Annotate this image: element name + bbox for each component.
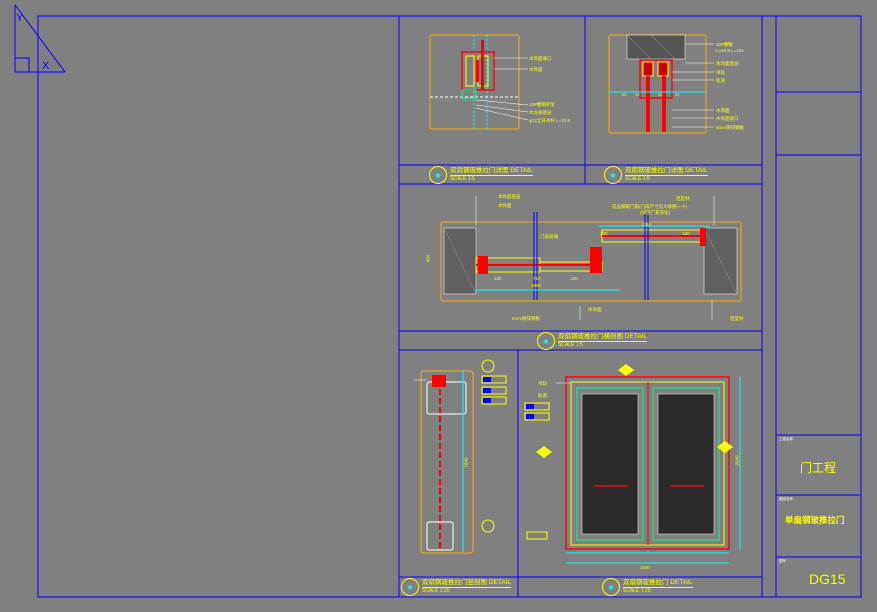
detail-marker-icon: ◉	[429, 166, 447, 184]
drawing-sheet: Y X 50 50 30 30	[14, 4, 862, 598]
svg-text:X: X	[42, 60, 50, 72]
dim-br-2040: 2040	[734, 455, 740, 466]
note-m-7: 木饰面	[588, 307, 602, 312]
note-tr-2: L=53.5 L=150	[716, 48, 744, 53]
note-m-9: 铝型材	[730, 316, 744, 321]
note-tl-4: 木龙骨基层	[529, 110, 552, 115]
dim-m-120c: 120	[600, 231, 608, 236]
note-tl-3: 10#槽钢吊架	[529, 102, 555, 107]
note-tl-2: 木饰面	[529, 67, 543, 72]
svg-text:30: 30	[658, 92, 663, 97]
detail-title: 双扇钢玻推拉门 DETAIL	[623, 579, 693, 588]
detail-tag-top-left: ◉ 双扇钢玻推拉门详图 DETAIL SCALE 1:5	[429, 166, 533, 184]
svg-text:Y: Y	[16, 12, 24, 24]
detail-scale: SCALE 1:20	[623, 588, 651, 594]
svg-text:30: 30	[675, 92, 680, 97]
svg-text:50: 50	[635, 92, 640, 97]
detail-scale: SCALE 1:5	[558, 342, 583, 348]
detail-marker-icon: ◉	[602, 578, 620, 596]
detail-title: 双扇钢玻推拉门详图 DETAIL	[625, 167, 708, 176]
note-tr-1: 10#槽钢	[716, 42, 733, 47]
detail-marker-icon: ◉	[604, 166, 622, 184]
detail-title: 双扇钢玻推拉门详图 DETAIL	[450, 167, 533, 176]
section-tags	[481, 359, 550, 540]
note-m-8: 5mm镀锌钢板	[512, 316, 540, 321]
note-br-1: 吊轨	[538, 381, 547, 386]
dim-m-400: 400	[425, 254, 431, 263]
detail-bottom-right-drawing	[536, 364, 741, 564]
note-tr-6: 木饰面	[716, 108, 730, 113]
ucs-icon: Y X	[14, 4, 66, 73]
detail-tag-middle: ◉ 双扇钢玻推拉门横剖图 DETAIL SCALE 1:5	[537, 332, 648, 350]
note-tr-4: 吊轨	[716, 70, 725, 75]
dim-m-1040: 1040	[641, 222, 652, 227]
detail-scale: SCALE 1:20	[422, 588, 450, 594]
project-name: 门工程	[800, 461, 837, 475]
number-label: 图号	[779, 559, 786, 563]
drawing-name: 单扇钢玻推拉门	[785, 515, 845, 525]
dim-m-1000: 1000	[531, 283, 542, 288]
note-m-1: 木饰面基层	[498, 194, 521, 199]
detail-scale: SCALE 1:5	[450, 176, 475, 182]
detail-middle-drawing	[440, 196, 742, 320]
drawing-number: DG15	[809, 571, 846, 587]
note-tr-8: 5mm镀锌钢板	[716, 125, 744, 130]
dim-m-120d: 120	[682, 231, 690, 236]
note-m-4: 铝型材	[676, 196, 690, 201]
dim-m-120a: 120	[494, 276, 502, 281]
project-label: 工程名称	[779, 437, 793, 441]
note-m-3: 门扇玻璃	[540, 234, 558, 239]
detail-scale: SCALE 1:5	[625, 176, 650, 182]
note-br-2: 轨道	[538, 393, 547, 398]
detail-tag-top-right: ◉ 双扇钢玻推拉门详图 DETAIL SCALE 1:5	[604, 166, 708, 184]
detail-marker-icon: ◉	[401, 578, 419, 596]
detail-marker-icon: ◉	[537, 332, 555, 350]
dim-br-1100: 1100	[640, 565, 650, 570]
note-m-6: (详见厂家深化)	[640, 210, 670, 215]
dim-m-710: 710	[533, 276, 541, 281]
detail-tag-bottom-left: ◉ 双扇钢玻推拉门竖剖图 DETAIL SCALE 1:20	[401, 578, 512, 596]
note-tl-5: φ12全牙吊杆 L=33.5	[529, 118, 571, 123]
note-m-2: 木饰面	[498, 203, 512, 208]
detail-title: 双扇钢玻推拉门横剖图 DETAIL	[558, 333, 648, 342]
note-tl-1: 木饰面收口	[529, 56, 552, 61]
detail-top-left-drawing	[429, 34, 529, 130]
note-tr-7: 木饰面收口	[716, 116, 739, 121]
sheet-border	[37, 15, 862, 598]
detail-title: 双扇钢玻推拉门竖剖图 DETAIL	[422, 579, 512, 588]
drawing-label: 图纸名称	[779, 497, 793, 501]
detail-tag-bottom-right: ◉ 双扇钢玻推拉门 DETAIL SCALE 1:20	[602, 578, 693, 596]
svg-text:50: 50	[622, 92, 627, 97]
note-m-5: 成品钢玻门扇(门扇尺寸见大样图一十)	[612, 204, 687, 209]
detail-top-right-drawing	[608, 34, 714, 134]
dim-m-120b: 120	[570, 276, 578, 281]
note-tr-3: 木饰面基层	[716, 61, 739, 66]
dim-bl-1640: 1640	[463, 457, 469, 468]
note-tr-5: 轨道	[716, 78, 725, 83]
